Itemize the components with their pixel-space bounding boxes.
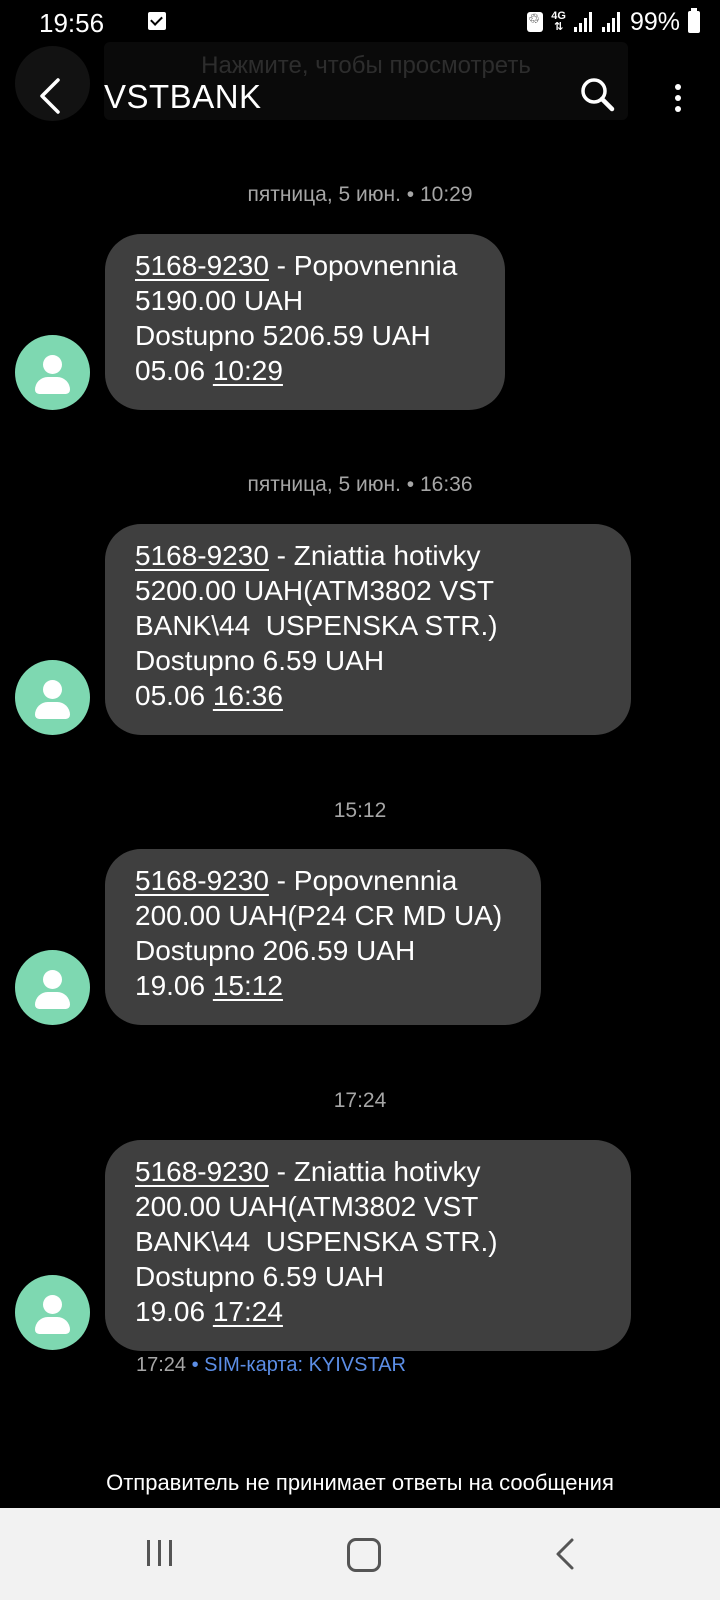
sender-avatar: [15, 660, 90, 735]
sender-avatar: [15, 1275, 90, 1350]
message-time-link[interactable]: 10:29: [213, 355, 283, 386]
recycle-icon: [527, 11, 544, 32]
message-line: 200.00 UAH(ATM3802 VST: [135, 1191, 479, 1222]
card-number-link[interactable]: 5168-9230: [135, 250, 269, 281]
tap-to-view-text: Нажмите, чтобы просмотреть: [201, 52, 531, 79]
conversation-title: VSTBANK: [104, 78, 262, 115]
message-line: BANK\44 USPENSKA STR.): [135, 1226, 498, 1257]
message-sent-time: 17:24: [136, 1354, 187, 1376]
message-time-link[interactable]: 16:36: [213, 680, 283, 711]
date-separator: пятница, 5 июн. • 16:36: [247, 473, 473, 496]
status-icons: 4G⇅ 99%: [527, 6, 700, 38]
person-icon: [43, 355, 62, 374]
message-line: Dostupno 5206.59 UAH: [135, 320, 431, 351]
message-date: 19.06: [135, 1296, 206, 1327]
message-meta: 17:24 • SIM-карта: KYIVSTAR: [136, 1354, 406, 1377]
navigation-bar: [0, 1508, 720, 1600]
nav-back-button[interactable]: [552, 1536, 582, 1572]
message-line: Dostupno 6.59 UAH: [135, 1261, 385, 1292]
message-line: BANK\44 USPENSKA STR.): [135, 610, 498, 641]
message-line: 5200.00 UAH(ATM3802 VST: [135, 575, 494, 606]
sender-avatar: [15, 335, 90, 410]
person-icon: [43, 970, 62, 989]
date-separator: 15:12: [333, 799, 387, 822]
checkbox-notification-icon: [148, 12, 166, 30]
message-line: Dostupno 206.59 UAH: [135, 935, 416, 966]
4g-icon: 4G ⇅: [551, 10, 566, 33]
transaction-type: - Zniattia hotivky: [268, 540, 481, 571]
message-date: 19.06: [135, 970, 206, 1001]
message-date: 05.06: [135, 680, 206, 711]
card-number-link[interactable]: 5168-9230: [135, 865, 269, 896]
search-button[interactable]: [578, 76, 618, 116]
message-date: 05.06: [135, 355, 206, 386]
message-time-link[interactable]: 17:24: [213, 1296, 283, 1327]
transaction-type: - Zniattia hotivky: [268, 1156, 481, 1187]
no-reply-notice: Отправитель не принимает ответы на сообщ…: [106, 1470, 614, 1495]
back-arrow-icon: [40, 78, 60, 114]
person-icon: [43, 680, 62, 699]
transaction-type: - Popovnennia: [268, 865, 458, 896]
battery-percent: 99%: [629, 7, 680, 36]
search-icon: [581, 78, 615, 112]
home-button[interactable]: [347, 1538, 381, 1572]
date-separator: 17:24: [333, 1089, 387, 1112]
person-icon: [43, 1295, 62, 1314]
message-bubble[interactable]: 5168-9230 - Zniattia hotivky 5200.00 UAH…: [105, 524, 631, 735]
message-line: 5190.00 UAH: [135, 285, 304, 316]
more-options-button[interactable]: [662, 78, 692, 118]
card-number-link[interactable]: 5168-9230: [135, 540, 269, 571]
card-number-link[interactable]: 5168-9230: [135, 1156, 269, 1187]
message-line: 200.00 UAH(P24 CR MD UA): [135, 900, 503, 931]
network-label: 4G: [551, 10, 566, 22]
back-icon: [556, 1538, 574, 1570]
transaction-type: - Popovnennia: [268, 250, 458, 281]
sender-avatar: [15, 950, 90, 1025]
battery-icon: [688, 8, 700, 33]
message-bubble[interactable]: 5168-9230 - Zniattia hotivky 200.00 UAH(…: [105, 1140, 631, 1351]
signal-icon: [573, 12, 594, 32]
recent-apps-button[interactable]: [147, 1540, 177, 1568]
signal-icon: [601, 12, 622, 32]
back-button[interactable]: [28, 72, 72, 120]
message-bubble[interactable]: 5168-9230 - Popovnennia 5190.00 UAH Dost…: [105, 234, 505, 410]
message-line: Dostupno 6.59 UAH: [135, 645, 385, 676]
date-separator: пятница, 5 июн. • 10:29: [247, 183, 473, 206]
message-bubble[interactable]: 5168-9230 - Popovnennia 200.00 UAH(P24 C…: [105, 849, 541, 1025]
status-bar: 19:56 4G⇅ 99%: [0, 0, 720, 46]
status-time: 19:56: [39, 8, 105, 38]
message-time-link[interactable]: 15:12: [213, 970, 283, 1001]
sim-card-label: • SIM-карта: KYIVSTAR: [191, 1354, 406, 1376]
